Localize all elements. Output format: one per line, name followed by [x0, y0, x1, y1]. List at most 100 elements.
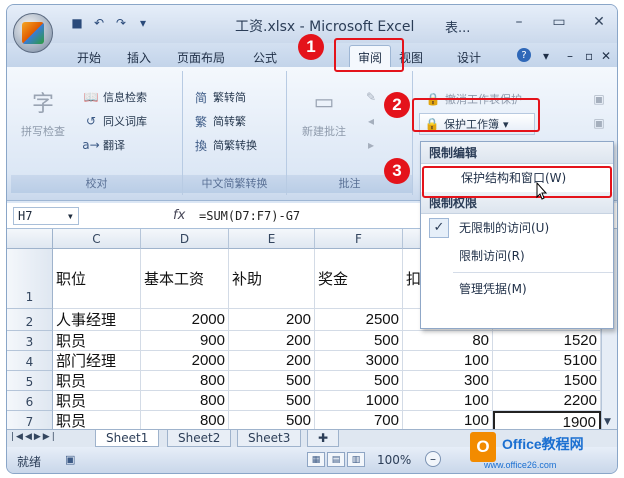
cell-c4[interactable]: 部门经理: [53, 351, 141, 371]
save-icon[interactable]: ■: [69, 15, 85, 31]
col-header-d[interactable]: D: [141, 229, 229, 249]
row-header[interactable]: 1: [7, 249, 53, 309]
page-break-view-icon[interactable]: ▥: [347, 452, 365, 467]
cell-h7-selected[interactable]: 1900: [493, 411, 601, 429]
tab-formulas[interactable]: 公式: [253, 49, 277, 66]
sheet-tab-3[interactable]: Sheet3: [237, 430, 302, 447]
name-box[interactable]: H7 ▾: [13, 207, 79, 225]
cell-h4[interactable]: 5100: [493, 351, 601, 371]
cell-h3[interactable]: 1520: [493, 331, 601, 351]
translate-button[interactable]: a→ 翻译: [82, 137, 125, 153]
menu-item-manage-credentials[interactable]: 管理凭据(M): [421, 275, 613, 303]
scroll-down-icon[interactable]: ▼: [604, 417, 611, 427]
cell-d7[interactable]: 800: [141, 411, 229, 429]
cell-e6[interactable]: 500: [229, 391, 315, 411]
customize-qat-icon[interactable]: ▾: [135, 15, 151, 31]
ribbon-minimize-icon[interactable]: ▾: [543, 49, 549, 63]
normal-view-icon[interactable]: ▦: [307, 452, 325, 467]
spell-check-button[interactable]: 字 拼写检查: [17, 85, 69, 139]
select-all-corner[interactable]: [7, 229, 53, 249]
row-header[interactable]: 5: [7, 371, 53, 391]
zoom-level[interactable]: 100%: [377, 453, 411, 467]
cell-f5[interactable]: 500: [315, 371, 403, 391]
cell-f4[interactable]: 3000: [315, 351, 403, 371]
workbook-restore-icon[interactable]: ▫: [585, 49, 593, 63]
cell-c7[interactable]: 职员: [53, 411, 141, 429]
undo-icon[interactable]: ↶: [91, 15, 107, 31]
formula-input[interactable]: =SUM(D7:F7)-G7: [199, 209, 300, 223]
close-icon[interactable]: ✕: [589, 13, 609, 31]
research-button[interactable]: 📖 信息检索: [83, 89, 147, 105]
cell-c6[interactable]: 职员: [53, 391, 141, 411]
page-layout-view-icon[interactable]: ▤: [327, 452, 345, 467]
cell-f3[interactable]: 500: [315, 331, 403, 351]
sheet-tab-2[interactable]: Sheet2: [167, 430, 232, 447]
thesaurus-button[interactable]: ↺ 同义词库: [83, 113, 147, 129]
cell-g4[interactable]: 100: [403, 351, 493, 371]
insert-sheet-icon[interactable]: ✚: [307, 430, 340, 447]
col-header-f[interactable]: F: [315, 229, 403, 249]
row-header[interactable]: 4: [7, 351, 53, 371]
cell-c5[interactable]: 职员: [53, 371, 141, 391]
cell-c3[interactable]: 职员: [53, 331, 141, 351]
cell-d5[interactable]: 800: [141, 371, 229, 391]
track-changes-btn[interactable]: ▣: [591, 115, 607, 131]
delete-comment-button[interactable]: ✎: [363, 89, 379, 105]
cell-d4[interactable]: 2000: [141, 351, 229, 371]
menu-item-unrestricted-access[interactable]: ✓ 无限制的访问(U): [421, 214, 613, 242]
new-comment-button[interactable]: ▭ 新建批注: [291, 85, 357, 139]
cell-e1[interactable]: 补助: [229, 249, 315, 309]
cell-f2[interactable]: 2500: [315, 309, 403, 331]
cell-c2[interactable]: 人事经理: [53, 309, 141, 331]
menu-item-restricted-access[interactable]: 限制访问(R): [421, 242, 613, 270]
cell-d1[interactable]: 基本工资: [141, 249, 229, 309]
cell-g6[interactable]: 100: [403, 391, 493, 411]
help-icon[interactable]: ?: [517, 48, 531, 62]
share-icon-btn[interactable]: ▣: [591, 91, 607, 107]
prev-comment-button[interactable]: ◂: [363, 113, 379, 129]
cell-f7[interactable]: 700: [315, 411, 403, 429]
minimize-icon[interactable]: –: [509, 13, 529, 31]
col-header-e[interactable]: E: [229, 229, 315, 249]
cell-h5[interactable]: 1500: [493, 371, 601, 391]
workbook-close-icon[interactable]: ✕: [601, 49, 611, 63]
cell-h6[interactable]: 2200: [493, 391, 601, 411]
cell-g7[interactable]: 100: [403, 411, 493, 429]
workbook-minimize-icon[interactable]: –: [567, 49, 573, 63]
tab-home[interactable]: 开始: [77, 49, 101, 66]
redo-icon[interactable]: ↷: [113, 15, 129, 31]
row-header[interactable]: 7: [7, 411, 53, 429]
cell-f1[interactable]: 奖金: [315, 249, 403, 309]
tab-page-layout[interactable]: 页面布局: [177, 49, 225, 66]
office-button[interactable]: [13, 13, 53, 53]
to-simplified-button[interactable]: 简 繁转简: [193, 89, 246, 105]
insert-function-icon[interactable]: fx: [173, 208, 185, 223]
cell-g5[interactable]: 300: [403, 371, 493, 391]
col-header-c[interactable]: C: [53, 229, 141, 249]
tab-insert[interactable]: 插入: [127, 49, 151, 66]
cell-e4[interactable]: 200: [229, 351, 315, 371]
cell-e5[interactable]: 500: [229, 371, 315, 391]
row-header[interactable]: 3: [7, 331, 53, 351]
cell-c1[interactable]: 职位: [53, 249, 141, 309]
cell-e7[interactable]: 500: [229, 411, 315, 429]
name-box-dropdown-icon[interactable]: ▾: [67, 208, 74, 224]
cell-g3[interactable]: 80: [403, 331, 493, 351]
zoom-out-icon[interactable]: –: [425, 451, 441, 467]
tab-design[interactable]: 设计: [457, 49, 481, 66]
row-header[interactable]: 2: [7, 309, 53, 331]
cell-d6[interactable]: 800: [141, 391, 229, 411]
cell-f6[interactable]: 1000: [315, 391, 403, 411]
to-traditional-button[interactable]: 繁 简转繁: [193, 113, 246, 129]
conversion-button[interactable]: 換 简繁转换: [193, 137, 257, 153]
sheet-tab-1[interactable]: Sheet1: [95, 430, 160, 447]
cell-d2[interactable]: 2000: [141, 309, 229, 331]
macro-record-icon[interactable]: ▣: [65, 453, 75, 466]
row-header[interactable]: 6: [7, 391, 53, 411]
cell-e3[interactable]: 200: [229, 331, 315, 351]
maximize-icon[interactable]: ▭: [549, 13, 569, 31]
cell-e2[interactable]: 200: [229, 309, 315, 331]
cell-d3[interactable]: 900: [141, 331, 229, 351]
next-comment-button[interactable]: ▸: [363, 137, 379, 153]
sheet-nav-arrows-icon[interactable]: |◀◀▶▶|: [11, 432, 57, 442]
